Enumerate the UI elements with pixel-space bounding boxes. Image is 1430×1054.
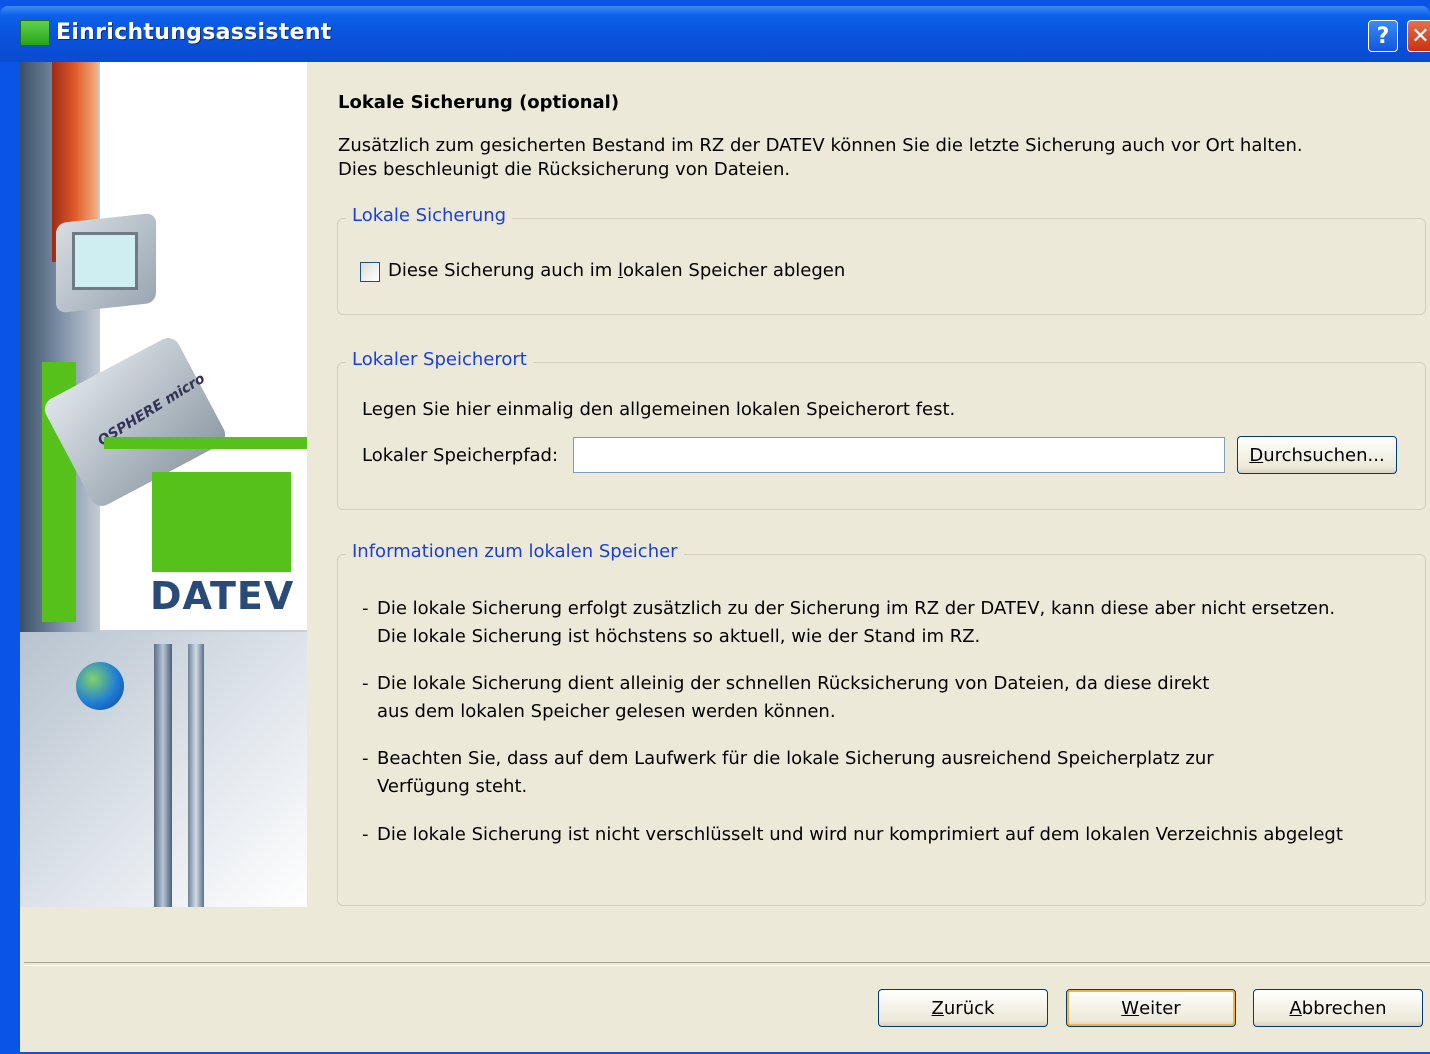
page-heading: Lokale Sicherung (optional) bbox=[338, 92, 620, 113]
info-item: - Die lokale Sicherung dient alleinig de… bbox=[362, 673, 1210, 722]
setup-wizard-window: Einrichtungsassistent ? ✕ OSPHERE micro … bbox=[0, 0, 1430, 1054]
app-icon bbox=[20, 20, 50, 46]
browse-button[interactable]: Durchsuchen... bbox=[1237, 436, 1397, 474]
local-backup-checkbox-label[interactable]: Diese Sicherung auch im lokalen Speicher… bbox=[388, 260, 845, 281]
storage-location-legend: Lokaler Speicherort bbox=[346, 349, 533, 370]
local-backup-checkbox[interactable] bbox=[360, 262, 380, 282]
dialog-client-area: OSPHERE micro DATEV Lokale Sicherung (op… bbox=[20, 62, 1430, 1052]
wizard-page-content: Lokale Sicherung (optional) Zusätzlich z… bbox=[307, 62, 1430, 907]
datev-green-square bbox=[152, 472, 291, 572]
local-backup-group: Lokale Sicherung Diese Sicherung auch im… bbox=[337, 205, 1426, 315]
local-backup-legend: Lokale Sicherung bbox=[346, 205, 513, 226]
storage-path-input[interactable] bbox=[573, 437, 1225, 473]
side-graphic-pillar bbox=[154, 644, 172, 907]
storage-location-description: Legen Sie hier einmalig den allgemeinen … bbox=[362, 399, 956, 420]
info-item: - Beachten Sie, dass auf dem Laufwerk fü… bbox=[362, 748, 1214, 797]
side-graphic-green-bar bbox=[104, 437, 307, 449]
storage-location-group: Lokaler Speicherort Legen Sie hier einma… bbox=[337, 349, 1426, 510]
wizard-side-graphic: OSPHERE micro DATEV bbox=[20, 62, 307, 907]
info-legend: Informationen zum lokalen Speicher bbox=[346, 541, 684, 562]
info-item: - Die lokale Sicherung ist nicht verschl… bbox=[362, 824, 1343, 845]
back-button[interactable]: Zurück bbox=[878, 989, 1048, 1027]
cancel-button[interactable]: Abbrechen bbox=[1253, 989, 1423, 1027]
title-bar[interactable]: Einrichtungsassistent ? ✕ bbox=[0, 6, 1430, 62]
storage-path-label: Lokaler Speicherpfad: bbox=[362, 445, 559, 466]
button-separator bbox=[24, 962, 1430, 966]
info-item: - Die lokale Sicherung erfolgt zusätzlic… bbox=[362, 598, 1336, 647]
side-graphic-pillar bbox=[188, 644, 204, 907]
window-title: Einrichtungsassistent bbox=[56, 20, 332, 45]
info-group: Informationen zum lokalen Speicher - Die… bbox=[337, 541, 1426, 906]
globe-icon bbox=[76, 662, 124, 710]
close-button[interactable]: ✕ bbox=[1407, 20, 1430, 52]
monitor-screen-image bbox=[72, 232, 138, 290]
datev-logo: DATEV bbox=[150, 574, 295, 618]
page-intro: Zusätzlich zum gesicherten Bestand im RZ… bbox=[338, 135, 1303, 180]
next-button[interactable]: Weiter bbox=[1066, 989, 1236, 1027]
help-button[interactable]: ? bbox=[1368, 20, 1398, 52]
